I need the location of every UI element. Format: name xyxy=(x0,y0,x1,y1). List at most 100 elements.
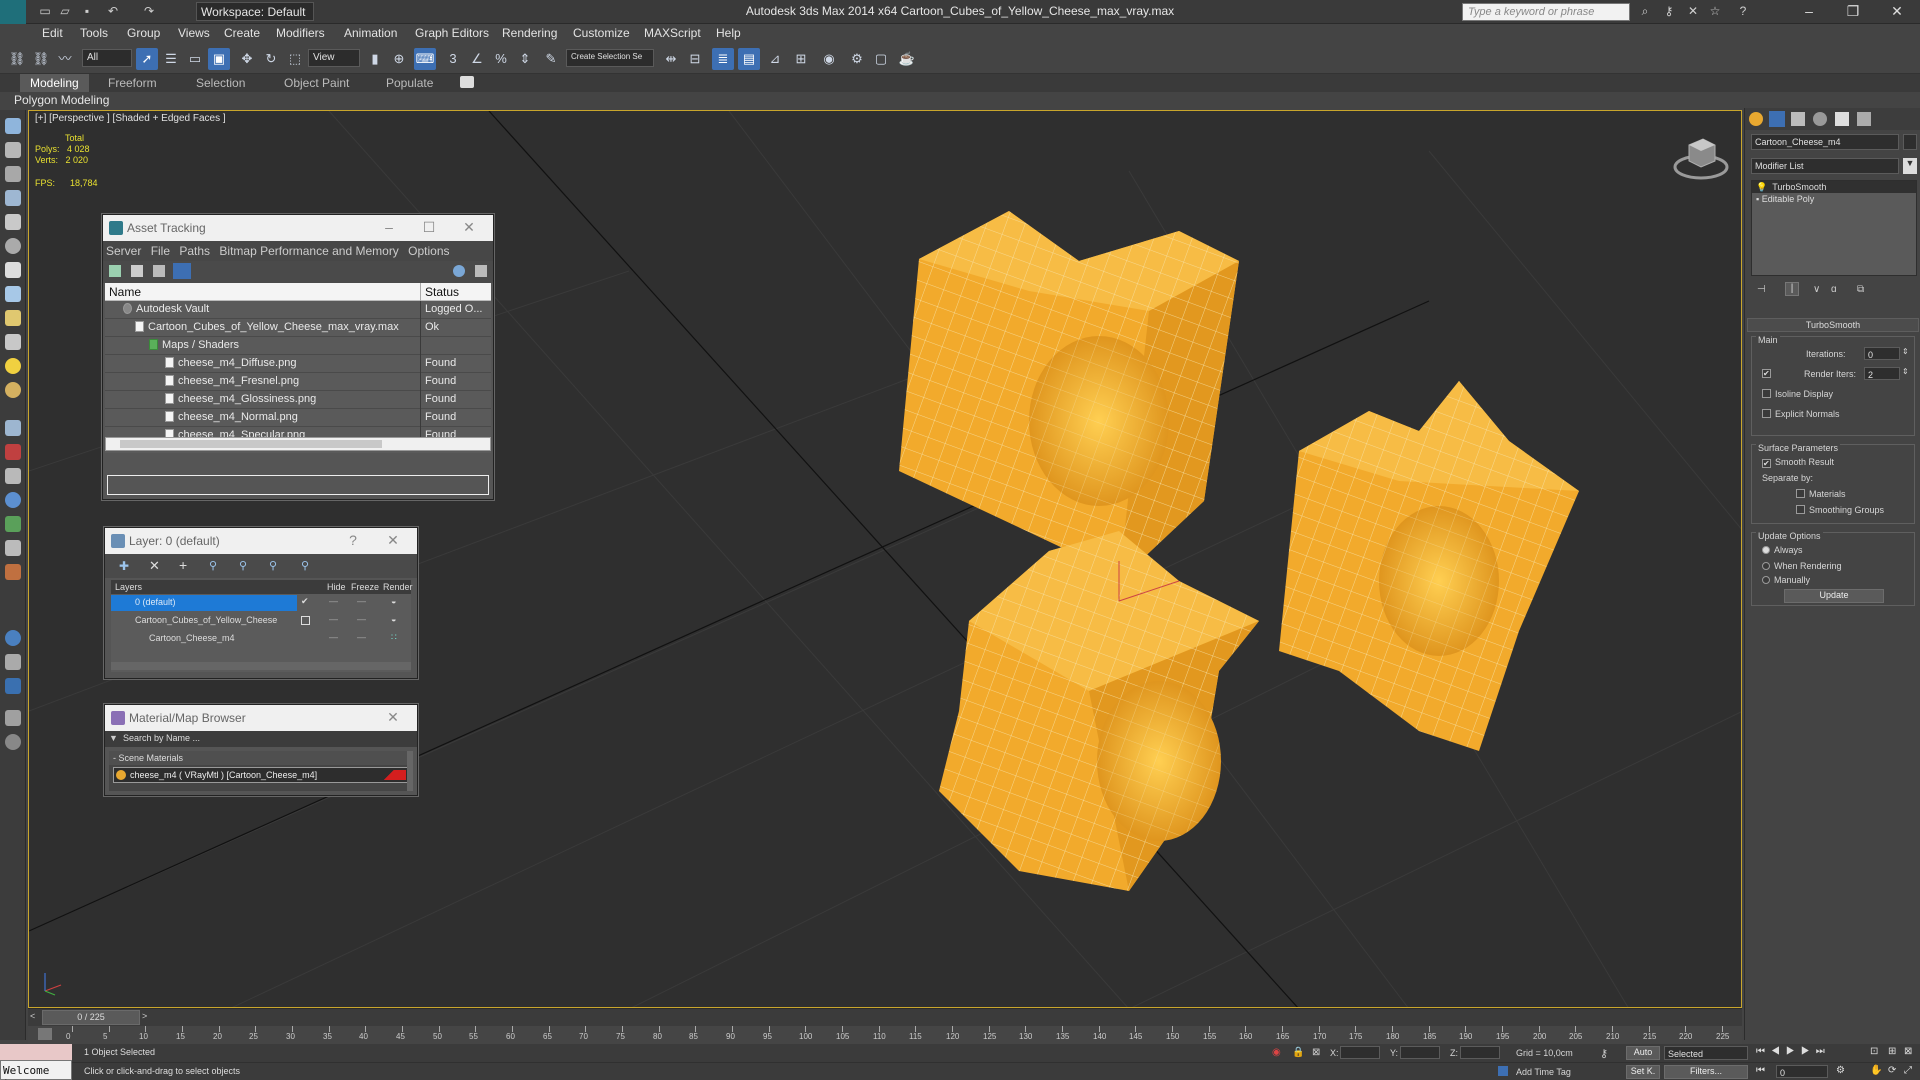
radio-dot[interactable] xyxy=(1762,546,1770,554)
checkbox-box[interactable] xyxy=(1762,389,1771,398)
tab-object-paint[interactable]: Object Paint xyxy=(274,74,359,92)
time-slider-thumb[interactable]: 0 / 225 xyxy=(42,1010,140,1025)
time-config-icon[interactable]: ⚙ xyxy=(1836,1065,1845,1076)
menu-help[interactable]: Help xyxy=(716,26,741,40)
maxscript-listener-pink[interactable] xyxy=(0,1044,72,1060)
hair-icon[interactable] xyxy=(5,540,21,556)
brush-icon[interactable] xyxy=(5,468,21,484)
make-unique-icon[interactable]: ∨ xyxy=(1813,284,1820,295)
menu-options[interactable]: Options xyxy=(405,241,452,261)
tab-selection[interactable]: Selection xyxy=(186,74,255,92)
cheese-cube-right[interactable] xyxy=(1279,381,1579,751)
teapot-icon[interactable] xyxy=(5,310,21,326)
maximize-button[interactable]: ❐ xyxy=(1830,0,1876,24)
asset-row[interactable]: Cartoon_Cubes_of_Yellow_Cheese_max_vray.… xyxy=(105,319,491,337)
spinner-arrows-icon[interactable]: ⇕ xyxy=(1902,347,1909,356)
track-bar[interactable]: 0 5 10 15 20 25 30 35 40 45 50 55 60 65 70 75 80 85 90 95 10… xyxy=(28,1026,1742,1044)
menu-file[interactable]: File xyxy=(148,241,173,261)
go-start-icon[interactable]: ⏮ xyxy=(1756,1046,1771,1057)
z-coord-field[interactable] xyxy=(1460,1046,1500,1059)
nav-maximize-icon[interactable]: ⤢ xyxy=(1904,1065,1912,1076)
nav-zoom-icon[interactable]: ⊡ xyxy=(1870,1046,1878,1057)
hide-toggle[interactable]: — xyxy=(329,614,338,624)
torus-icon[interactable] xyxy=(5,382,21,398)
x-coord-field[interactable] xyxy=(1340,1046,1380,1059)
asset-row[interactable]: Maps / Shaders xyxy=(105,337,491,355)
asset-row[interactable]: cheese_m4_Glossiness.png Found xyxy=(105,391,491,409)
tab-modeling[interactable]: Modeling xyxy=(20,74,89,92)
keyboard-shortcut-icon[interactable]: ⌨ xyxy=(414,48,436,70)
time-slider-prev-icon[interactable]: < xyxy=(30,1011,35,1021)
menu-edit[interactable]: Edit xyxy=(42,26,63,40)
link-icon[interactable]: ⛓ xyxy=(6,48,28,70)
nav-extents-icon[interactable]: ⊠ xyxy=(1904,1046,1912,1057)
polygon-modeling-panel[interactable]: Polygon Modeling xyxy=(14,93,109,107)
display-tab-icon[interactable] xyxy=(1835,112,1849,126)
spinner-arrows-icon[interactable]: ⇕ xyxy=(1902,367,1909,376)
viewport-icon[interactable] xyxy=(5,118,21,134)
delete-layer-icon[interactable]: ✕ xyxy=(149,558,160,574)
render-iters-checkbox[interactable]: ✔ xyxy=(1762,369,1771,378)
list-icon[interactable] xyxy=(5,166,21,182)
curve-editor-icon[interactable]: ⊿ xyxy=(764,48,786,70)
smooth-result-checkbox[interactable]: ✔ Smooth Result xyxy=(1762,457,1834,468)
close-button[interactable]: ✕ xyxy=(375,530,411,552)
menu-views[interactable]: Views xyxy=(178,26,210,40)
render-teapot-icon[interactable]: ◒ xyxy=(391,614,396,624)
utilities-tab-icon[interactable] xyxy=(1857,112,1871,126)
search-strip-icon[interactable] xyxy=(5,654,21,670)
settings-strip-icon[interactable] xyxy=(5,710,21,726)
select-in-layer-icon[interactable]: ⚲ xyxy=(209,559,217,572)
checkbox-box[interactable] xyxy=(1796,489,1805,498)
leaf-icon[interactable] xyxy=(5,516,21,532)
maxscript-mini-listener[interactable]: Welcome to xyxy=(0,1060,72,1080)
update-button[interactable]: Update xyxy=(1784,589,1884,603)
render-setup-icon[interactable]: ⚙ xyxy=(846,48,868,70)
add-time-tag[interactable]: Add Time Tag xyxy=(1516,1067,1571,1077)
stack-item-editable-poly[interactable]: ▪ Editable Poly xyxy=(1752,193,1916,205)
always-radio[interactable]: Always xyxy=(1762,545,1803,555)
object-name-field[interactable]: Cartoon_Cheese_m4 xyxy=(1751,134,1899,150)
asset-path-field[interactable] xyxy=(107,475,489,495)
menu-server[interactable]: Server xyxy=(103,241,144,261)
asset-row[interactable]: cheese_m4_Normal.png Found xyxy=(105,409,491,427)
current-layer-box-icon[interactable] xyxy=(301,616,310,625)
iterations-spinner[interactable]: 0 xyxy=(1864,347,1900,360)
move-icon[interactable]: ✥ xyxy=(236,48,258,70)
key-mode-icon[interactable]: ⏮ xyxy=(1756,1065,1765,1076)
help-strip-icon[interactable] xyxy=(5,734,21,750)
percent-snap-icon[interactable]: % xyxy=(490,48,512,70)
checkbox-box[interactable]: ✔ xyxy=(1762,459,1771,468)
cheese-cube-top[interactable] xyxy=(899,211,1239,581)
prev-frame-icon[interactable]: ◀ xyxy=(1771,1046,1786,1057)
search-input[interactable]: Type a keyword or phrase xyxy=(1462,3,1630,21)
time-slider-next-icon[interactable]: > xyxy=(142,1011,147,1021)
binoculars-icon[interactable]: ⌕ xyxy=(1636,3,1654,20)
next-frame-icon[interactable]: ▶ xyxy=(1801,1046,1816,1057)
material-browser-titlebar[interactable]: Material/Map Browser ✕ xyxy=(105,705,417,731)
isolate-icon[interactable]: ◉ xyxy=(1272,1047,1281,1058)
menu-bitmap-performance[interactable]: Bitmap Performance and Memory xyxy=(216,241,401,261)
globe-icon[interactable] xyxy=(5,492,21,508)
earth-icon[interactable] xyxy=(5,630,21,646)
checkbox-box[interactable] xyxy=(1796,505,1805,514)
auto-key-button[interactable]: Auto xyxy=(1626,1046,1660,1060)
chevron-down-icon[interactable]: ▼ xyxy=(109,733,118,743)
scale-icon[interactable]: ⬚ xyxy=(284,48,306,70)
bind-spacewarp-icon[interactable]: 〰 xyxy=(54,48,76,70)
sun-icon[interactable] xyxy=(5,358,21,374)
camera-icon[interactable] xyxy=(5,214,21,230)
scene-materials-section[interactable]: - Scene Materials xyxy=(109,751,413,765)
tab-freeform[interactable]: Freeform xyxy=(98,74,167,92)
grid-icon[interactable] xyxy=(5,190,21,206)
key-filters-button[interactable]: Filters... xyxy=(1664,1065,1748,1079)
refresh-icon[interactable] xyxy=(109,265,121,277)
asset-row[interactable]: cheese_m4_Diffuse.png Found xyxy=(105,355,491,373)
tools-icon[interactable]: ✕ xyxy=(1684,3,1702,20)
menu-tools[interactable]: Tools xyxy=(80,26,108,40)
layer-row[interactable]: Cartoon_Cheese_m4 — — ∷ xyxy=(111,630,411,648)
time-slider[interactable]: < 0 / 225 > xyxy=(28,1008,1742,1026)
nav-zoom-all-icon[interactable]: ⊞ xyxy=(1888,1046,1896,1057)
menu-paths[interactable]: Paths xyxy=(176,241,213,261)
when-rendering-radio[interactable]: When Rendering xyxy=(1762,561,1842,571)
